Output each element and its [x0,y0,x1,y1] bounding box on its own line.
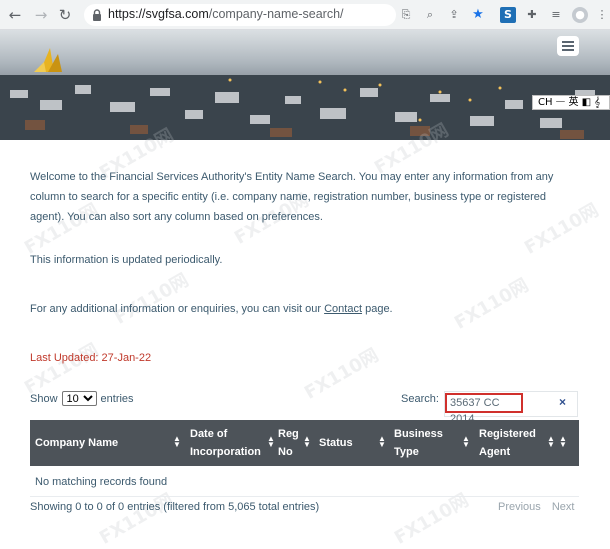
sort-icon[interactable]: ▲ ▼ [559,435,567,449]
col-reg-no[interactable]: Reg No [278,420,302,466]
col-date-of-incorporation[interactable]: Date of Incorporation [190,420,265,466]
last-updated: Last Updated: 27-Jan-22 [30,352,152,364]
col-label: Business Type [394,428,443,458]
contact-prefix: For any additional information or enquir… [30,303,325,315]
sort-icon[interactable]: ▲ ▼ [173,435,181,449]
hero-header-strip [0,30,610,75]
empty-table-message: No matching records found [30,467,579,497]
back-arrow-icon[interactable]: ← [6,6,24,24]
fsa-logo-icon[interactable] [32,42,68,76]
col-label: Registered Agent [479,428,536,458]
col-label: Company Name [35,437,119,449]
update-note: This information is updated periodically… [30,254,223,266]
col-label: Date of Incorporation [190,428,261,458]
profile-avatar-icon[interactable]: ● [572,7,588,23]
reload-icon[interactable]: ↻ [56,6,74,24]
col-business-type[interactable]: Business Type [394,420,449,466]
sort-icon[interactable]: ▲ ▼ [462,435,470,449]
col-company-name[interactable]: Company Name [35,420,175,466]
contact-link[interactable]: Contact [324,303,362,315]
col-status[interactable]: Status [319,420,369,466]
search-input[interactable]: 35637 CC 2014 [445,393,523,425]
table-header: Company Name ▲ ▼ Date of Incorporation ▲ ▼… [30,420,579,466]
clear-search-icon[interactable]: × [559,395,566,409]
watermark: FX110网 [300,344,383,404]
translate-icon[interactable]: ⎘ [398,7,414,23]
previous-button[interactable]: Previous [498,501,541,513]
entries-length-control: Show 10 entries [30,391,134,406]
pagination: Previous Next [490,501,574,513]
share-icon[interactable]: ⇪ [446,7,462,23]
col-label: Reg No [278,428,299,458]
search-label: Search: [401,393,439,405]
url-host: https://svgfsa.com [108,7,209,21]
entries-label: entries [100,392,134,405]
col-registered-agent[interactable]: Registered Agent [479,420,541,466]
show-label: Show [30,392,58,405]
sort-icon[interactable]: ▲ ▼ [547,435,555,449]
col-label: Status [319,437,353,449]
sort-icon[interactable]: ▲ ▼ [303,435,311,449]
url-path: /company-name-search/ [208,7,344,21]
contact-line: For any additional information or enquir… [30,303,393,315]
watermark: FX110网 [110,269,193,329]
bookmark-star-icon[interactable]: ★ [470,7,486,23]
sort-icon[interactable]: ▲ ▼ [378,435,386,449]
next-button[interactable]: Next [552,501,575,513]
reading-list-icon[interactable]: ≡ [548,7,564,23]
zoom-icon[interactable]: ⌕ [422,7,438,23]
ime-toolbar[interactable]: CH 𑁋 英 ◧ 𝄞 [532,95,610,110]
browser-toolbar: ← → ↻ https://svgfsa.com/company-name-se… [0,0,610,30]
sort-icon[interactable]: ▲ ▼ [267,435,275,449]
table-info: Showing 0 to 0 of 0 entries (filtered fr… [30,501,320,513]
more-menu-icon[interactable]: ⋮ [594,7,610,23]
watermark: FX110网 [450,274,533,334]
hamburger-menu-icon[interactable] [557,36,579,56]
contact-suffix: page. [362,303,393,315]
lock-icon[interactable] [90,8,104,22]
forward-arrow-icon[interactable]: → [32,6,50,24]
entries-select[interactable]: 10 [61,391,97,406]
address-bar[interactable]: https://svgfsa.com/company-name-search/ [84,4,396,26]
extensions-puzzle-icon[interactable]: ✚ [524,7,540,23]
url-text: https://svgfsa.com/company-name-search/ [108,7,344,21]
hero-banner: CH 𑁋 英 ◧ 𝄞 [0,30,610,140]
intro-paragraph: Welcome to the Financial Services Author… [30,171,554,223]
extension-s-icon[interactable]: S [500,7,516,23]
